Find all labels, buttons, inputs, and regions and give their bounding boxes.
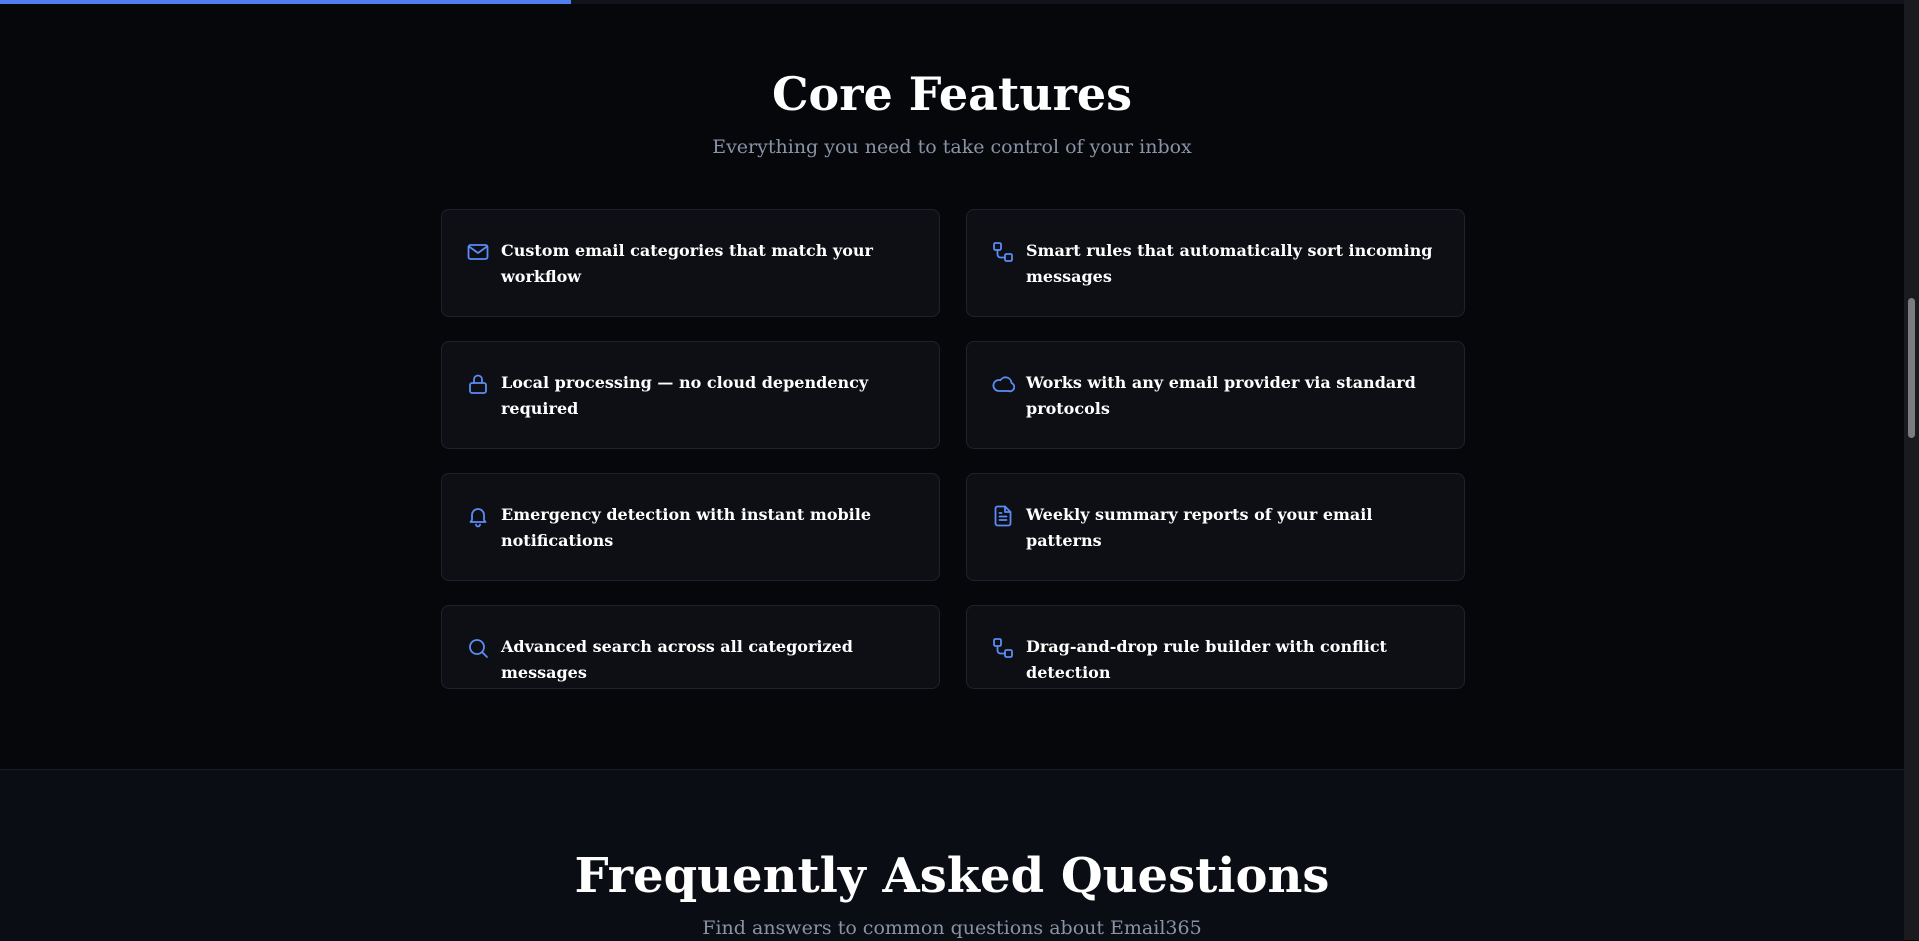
feature-text: Weekly summary reports of your email pat… xyxy=(1026,505,1373,550)
cloud-icon xyxy=(991,372,1016,396)
workflow-icon xyxy=(991,636,1015,660)
workflow-icon xyxy=(991,240,1015,264)
feature-card: Drag-and-drop rule builder with conflict… xyxy=(966,605,1465,689)
feature-card: Custom email categories that match your … xyxy=(441,209,940,317)
features-subtitle: Everything you need to take control of y… xyxy=(712,136,1192,158)
feature-text: Emergency detection with instant mobile … xyxy=(501,505,872,550)
lock-icon xyxy=(466,372,490,396)
features-title: Core Features xyxy=(771,67,1133,121)
scrollbar-thumb[interactable] xyxy=(1908,298,1915,438)
bell-icon xyxy=(466,504,490,528)
feature-text: Local processing — no cloud dependency r… xyxy=(501,373,869,418)
feature-card: Emergency detection with instant mobile … xyxy=(441,473,940,581)
search-icon xyxy=(466,636,490,660)
faq-title: Frequently Asked Questions xyxy=(574,848,1330,904)
feature-card: Works with any email provider via standa… xyxy=(966,341,1465,449)
feature-card: Weekly summary reports of your email pat… xyxy=(966,473,1465,581)
page-scrollbar[interactable] xyxy=(1904,0,1919,940)
feature-text: Smart rules that automatically sort inco… xyxy=(1026,241,1433,286)
faq-section: Frequently Asked Questions Find answers … xyxy=(0,769,1904,941)
feature-card: Smart rules that automatically sort inco… xyxy=(966,209,1465,317)
feature-text: Advanced search across all categorized m… xyxy=(501,637,853,682)
features-grid: Custom email categories that match your … xyxy=(441,209,1465,713)
document-icon xyxy=(991,504,1015,528)
mail-icon xyxy=(466,240,490,264)
feature-card: Advanced search across all categorized m… xyxy=(441,605,940,689)
feature-text: Drag-and-drop rule builder with conflict… xyxy=(1026,637,1387,682)
feature-card: Local processing — no cloud dependency r… xyxy=(441,341,940,449)
feature-text: Custom email categories that match your … xyxy=(501,241,873,286)
core-features-section: Core Features Everything you need to tak… xyxy=(0,4,1904,769)
faq-subtitle: Find answers to common questions about E… xyxy=(702,917,1202,939)
feature-text: Works with any email provider via standa… xyxy=(1026,373,1416,418)
